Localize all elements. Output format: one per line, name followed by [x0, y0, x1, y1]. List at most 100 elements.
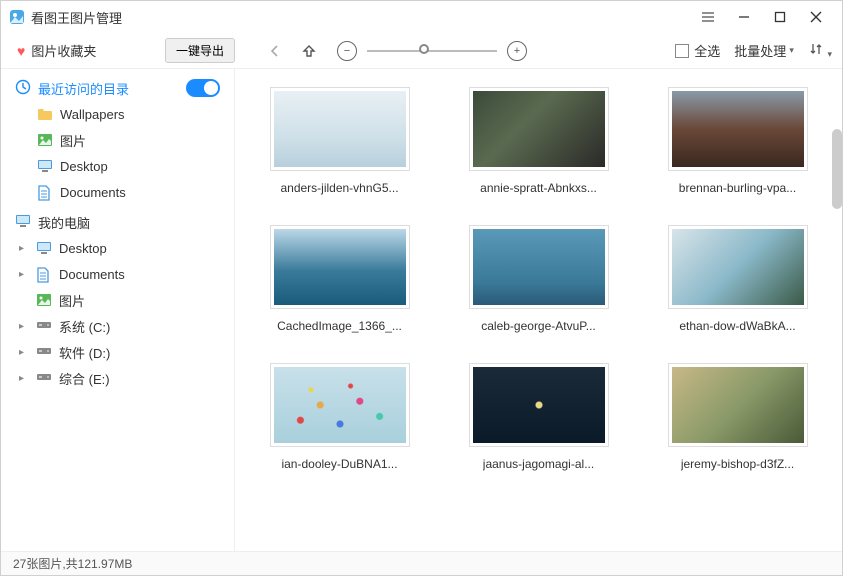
thumbnail-image	[668, 363, 808, 447]
sidebar-mypc-item[interactable]: ▸ 综合 (E:)	[1, 365, 234, 391]
sidebar-mypc-item[interactable]: 图片	[1, 287, 234, 313]
chevron-down-icon: ▾	[789, 45, 794, 56]
expand-icon: ▸	[19, 269, 29, 280]
thumbnail-label: ethan-dow-dWaBkA...	[679, 319, 795, 333]
export-button[interactable]: 一键导出	[165, 38, 235, 63]
thumbnail-label: brennan-burling-vpa...	[679, 181, 796, 195]
thumbnail-label: ian-dooley-DuBNA1...	[281, 457, 397, 471]
sidebar-item-label: Desktop	[59, 241, 107, 256]
up-button[interactable]	[299, 41, 319, 61]
main-area: 最近访问的目录 Wallpapers 图片 Desktop Documents 我的电…	[1, 69, 842, 551]
sidebar-item-label: 图片	[60, 131, 86, 150]
checkbox-icon	[675, 44, 689, 58]
thumbnail-label: jaanus-jagomagi-al...	[483, 457, 594, 471]
batch-process-button[interactable]: 批量处理 ▾	[734, 41, 794, 60]
sidebar-item-label: 图片	[59, 291, 85, 310]
expand-icon: ▸	[19, 347, 29, 358]
sidebar-recent-item[interactable]: Documents	[1, 179, 234, 205]
favorites-label: 图片收藏夹	[31, 41, 96, 60]
drive-icon	[36, 371, 52, 385]
folder-icon	[37, 107, 53, 121]
desktop-icon	[37, 159, 53, 173]
zoom-slider[interactable]	[367, 50, 497, 52]
recent-toggle[interactable]	[186, 79, 220, 97]
select-all-label: 全选	[694, 41, 720, 60]
thumbnail-grid: anders-jilden-vhnG5... annie-spratt-Abnkx…	[255, 87, 822, 471]
menu-button[interactable]	[690, 3, 726, 31]
sidebar-item-label: 综合 (E:)	[59, 369, 110, 388]
titlebar: 看图王图片管理	[1, 1, 842, 33]
thumbnail-item[interactable]: ethan-dow-dWaBkA...	[658, 225, 818, 333]
thumbnail-label: CachedImage_1366_...	[277, 319, 402, 333]
desktop-icon	[36, 241, 52, 255]
select-all-checkbox[interactable]: 全选	[675, 41, 720, 60]
document-icon	[36, 267, 52, 281]
mypc-header-label: 我的电脑	[38, 213, 90, 232]
sort-button[interactable]: ▾	[808, 41, 832, 60]
thumbnail-image	[270, 87, 410, 171]
sidebar-recent-item[interactable]: 图片	[1, 127, 234, 153]
sidebar: 最近访问的目录 Wallpapers 图片 Desktop Documents 我的电…	[1, 69, 235, 551]
sidebar-mypc-header[interactable]: 我的电脑	[1, 209, 234, 235]
minimize-button[interactable]	[726, 3, 762, 31]
thumbnail-image	[668, 87, 808, 171]
sidebar-mypc-item[interactable]: ▸ 软件 (D:)	[1, 339, 234, 365]
zoom-out-button[interactable]: −	[337, 41, 357, 61]
drive-icon	[36, 345, 52, 359]
vertical-scrollbar[interactable]	[832, 129, 842, 209]
thumbnail-image	[469, 87, 609, 171]
toolbar: ♥ 图片收藏夹 一键导出 − + 全选 批量处理 ▾ ▾	[1, 33, 842, 69]
clock-icon	[15, 79, 31, 98]
thumbnail-image	[668, 225, 808, 309]
thumbnail-item[interactable]: anders-jilden-vhnG5...	[260, 87, 420, 195]
thumbnail-item[interactable]: jaanus-jagomagi-al...	[459, 363, 619, 471]
app-icon	[9, 9, 25, 25]
expand-icon: ▸	[19, 321, 29, 332]
picture-icon	[37, 133, 53, 147]
sidebar-item-label: Desktop	[60, 159, 108, 174]
thumbnail-item[interactable]: jeremy-bishop-d3fZ...	[658, 363, 818, 471]
sidebar-mypc-item[interactable]: ▸ 系统 (C:)	[1, 313, 234, 339]
thumbnail-label: caleb-george-AtvuP...	[481, 319, 596, 333]
status-text: 27张图片,共121.97MB	[13, 555, 132, 572]
document-icon	[37, 185, 53, 199]
thumbnail-item[interactable]: brennan-burling-vpa...	[658, 87, 818, 195]
sidebar-item-label: 系统 (C:)	[59, 317, 110, 336]
sidebar-mypc-item[interactable]: ▸ Documents	[1, 261, 234, 287]
heart-icon: ♥	[17, 43, 25, 59]
thumbnail-item[interactable]: annie-spratt-Abnkxs...	[459, 87, 619, 195]
sidebar-recent-header[interactable]: 最近访问的目录	[1, 75, 234, 101]
thumbnail-item[interactable]: caleb-george-AtvuP...	[459, 225, 619, 333]
expand-icon: ▸	[19, 373, 29, 384]
batch-label: 批量处理	[734, 41, 786, 60]
statusbar: 27张图片,共121.97MB	[1, 551, 842, 575]
close-button[interactable]	[798, 3, 834, 31]
thumbnail-label: annie-spratt-Abnkxs...	[480, 181, 597, 195]
sidebar-item-label: Documents	[59, 267, 125, 282]
picture-icon	[36, 293, 52, 307]
sidebar-recent-item[interactable]: Desktop	[1, 153, 234, 179]
content-area: anders-jilden-vhnG5... annie-spratt-Abnkx…	[235, 69, 842, 551]
computer-icon	[15, 214, 31, 231]
thumbnail-item[interactable]: ian-dooley-DuBNA1...	[260, 363, 420, 471]
thumbnail-label: anders-jilden-vhnG5...	[280, 181, 398, 195]
sidebar-item-label: Documents	[60, 185, 126, 200]
back-button[interactable]	[265, 41, 285, 61]
sidebar-recent-item[interactable]: Wallpapers	[1, 101, 234, 127]
thumbnail-image	[270, 363, 410, 447]
window-title: 看图王图片管理	[31, 8, 690, 27]
zoom-slider-thumb[interactable]	[419, 44, 429, 54]
recent-header-label: 最近访问的目录	[38, 79, 129, 98]
drive-icon	[36, 319, 52, 333]
expand-icon: ▸	[19, 243, 29, 254]
maximize-button[interactable]	[762, 3, 798, 31]
sidebar-item-label: 软件 (D:)	[59, 343, 110, 362]
thumbnail-item[interactable]: CachedImage_1366_...	[260, 225, 420, 333]
zoom-in-button[interactable]: +	[507, 41, 527, 61]
thumbnail-image	[469, 225, 609, 309]
thumbnail-image	[469, 363, 609, 447]
sidebar-mypc-item[interactable]: ▸ Desktop	[1, 235, 234, 261]
thumbnail-image	[270, 225, 410, 309]
sidebar-item-label: Wallpapers	[60, 107, 125, 122]
thumbnail-label: jeremy-bishop-d3fZ...	[681, 457, 794, 471]
